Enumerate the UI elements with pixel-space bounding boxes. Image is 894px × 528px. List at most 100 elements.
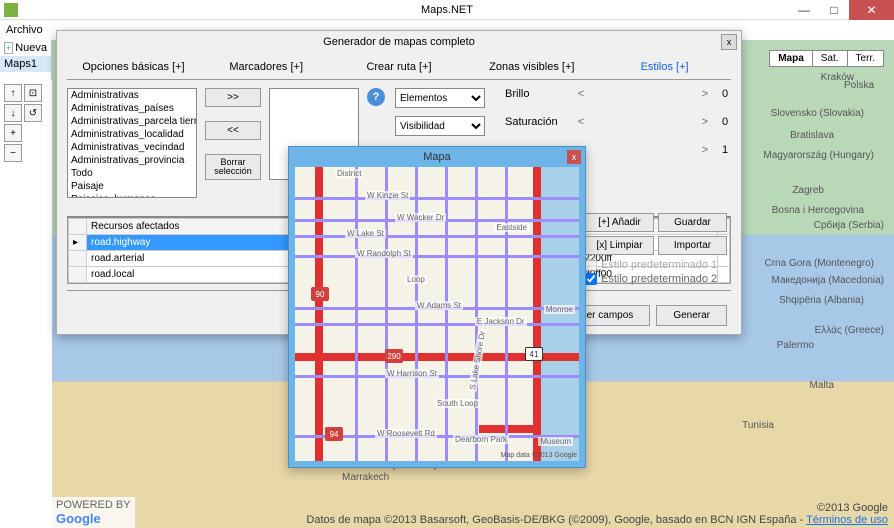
nav-reset-button[interactable]: ↺ [24, 104, 42, 122]
map-label: Ελλάς (Greece) [815, 325, 884, 336]
info-icon[interactable]: ? [367, 88, 385, 106]
map-label: Monroe [544, 305, 575, 314]
map-type-map[interactable]: Mapa [770, 51, 813, 66]
menu-file[interactable]: Archivo [6, 24, 43, 36]
add-style-button[interactable]: [+] Añadir [585, 213, 654, 232]
map-label: Marrakech [342, 472, 389, 483]
map-label: W Adams St [415, 301, 463, 310]
saturation-value: 0 [719, 116, 731, 128]
dialog-titlebar[interactable]: Generador de mapas completo x [57, 31, 741, 53]
add-feature-button[interactable]: >> [205, 88, 261, 107]
tree-item-label: Maps1 [4, 58, 37, 70]
nav-up-button[interactable]: ↑ [4, 84, 22, 102]
map-attribution: ©2013 Google Datos de mapa ©2013 Basarso… [306, 502, 888, 526]
tab-markers[interactable]: Marcadores [+] [200, 55, 333, 79]
map-label: Loop [405, 275, 427, 284]
remove-feature-button[interactable]: << [205, 121, 261, 140]
highway-badge: 90 [311, 287, 329, 301]
tree-panel: + Nueva Maps1 [0, 40, 52, 80]
highway-badge: 290 [385, 349, 403, 363]
generate-button[interactable]: Generar [656, 305, 727, 326]
default-style-2-row[interactable]: Estilo predeterminado 2 [585, 273, 727, 285]
style-action-buttons: [+] Añadir Guardar [x] Limpiar Importar … [585, 213, 727, 285]
powered-by-label: POWERED BY [56, 499, 131, 511]
map-label: W Wacker Dr [395, 213, 446, 222]
map-type-sat[interactable]: Sat. [813, 51, 848, 66]
map-label: Palermo [777, 340, 814, 351]
map-label: Polska [844, 80, 874, 91]
map-label: W Kinzie St [365, 191, 410, 200]
highway-badge: 94 [325, 427, 343, 441]
highway-badge: 41 [525, 347, 543, 361]
window-minimize-button[interactable]: — [789, 0, 819, 20]
map-label: District [335, 169, 363, 178]
map-label: Crna Gora (Montenegro) [765, 258, 875, 269]
visibility-select[interactable]: Visibilidad [395, 116, 485, 136]
saturation-increase[interactable]: > [697, 116, 713, 128]
map-popup-titlebar[interactable]: Mapa x [289, 147, 585, 167]
tab-create-route[interactable]: Crear ruta [+] [333, 55, 466, 79]
import-style-button[interactable]: Importar [658, 236, 727, 255]
map-preview-popup: Mapa x District W Kinzie St W Wack [288, 146, 586, 468]
new-icon: + [4, 42, 13, 54]
list-item[interactable]: Administrativas_provincia [68, 154, 196, 167]
map-label: W Harrison St [385, 369, 439, 378]
map-label: Malta [810, 380, 834, 391]
dialog-tabs: Opciones básicas [+] Marcadores [+] Crea… [67, 55, 731, 80]
default-style-1-label: Estilo predeterminado 1 [601, 259, 717, 271]
clear-selection-button[interactable]: Borrar selección [205, 154, 261, 180]
nav-zoom-out-button[interactable]: − [4, 144, 22, 162]
copyright-label: ©2013 Google [306, 502, 888, 514]
tree-item-new[interactable]: + Nueva [0, 40, 51, 56]
window-maximize-button[interactable]: □ [819, 0, 849, 20]
list-item[interactable]: Administrativas_vecindad [68, 141, 196, 154]
window-close-button[interactable]: ✕ [849, 0, 894, 20]
list-item[interactable]: Paisajes_humanos [68, 193, 196, 198]
list-item[interactable]: Administrativas_países [68, 102, 196, 115]
tree-item-label: Nueva [15, 42, 47, 54]
map-label: Zagreb [792, 185, 824, 196]
tab-basic-options[interactable]: Opciones básicas [+] [67, 55, 200, 79]
default-style-2-checkbox[interactable] [585, 273, 597, 285]
saturation-decrease[interactable]: < [573, 116, 589, 128]
tab-styles[interactable]: Estilos [+] [598, 55, 731, 79]
third-value: 1 [719, 144, 731, 156]
map-popup-close-button[interactable]: x [567, 150, 581, 164]
map-label: Museum [538, 437, 573, 446]
saturation-label: Saturación [505, 116, 567, 128]
list-item[interactable]: Todo [68, 167, 196, 180]
tree-item-maps1[interactable]: Maps1 [0, 56, 51, 72]
brightness-decrease[interactable]: < [573, 88, 589, 100]
map-label: W Randolph St [355, 249, 413, 258]
elements-select[interactable]: Elementos [395, 88, 485, 108]
dialog-close-button[interactable]: x [721, 34, 737, 50]
default-style-1-row: Estilo predeterminado 1 [585, 259, 727, 271]
map-label: South Loop [435, 399, 480, 408]
save-style-button[interactable]: Guardar [658, 213, 727, 232]
clear-style-button[interactable]: [x] Limpiar [585, 236, 654, 255]
nav-down-button[interactable]: ↓ [4, 104, 22, 122]
brightness-increase[interactable]: > [697, 88, 713, 100]
map-popup-title-text: Mapa [423, 151, 451, 163]
default-style-2-label: Estilo predeterminado 2 [601, 273, 717, 285]
default-style-1-checkbox [585, 259, 597, 271]
list-item[interactable]: Administrativas [68, 89, 196, 102]
map-label: Македонија (Macedonia) [772, 275, 884, 286]
map-type-control: Mapa Sat. Terr. [769, 50, 884, 67]
brightness-label: Brillo [505, 88, 567, 100]
attribution-text: Datos de mapa ©2013 Basarsoft, GeoBasis-… [306, 514, 806, 526]
nav-panel: ↑ ⊡ ↓ ↺ + − [4, 84, 48, 164]
nav-zoom-in-button[interactable]: + [4, 124, 22, 142]
row-selector-icon: ▸ [69, 235, 87, 251]
third-increase[interactable]: > [697, 144, 713, 156]
list-item[interactable]: Administrativas_localidad [68, 128, 196, 141]
list-item[interactable]: Administrativas_parcela tierra [68, 115, 196, 128]
terms-link[interactable]: Términos de uso [806, 514, 888, 526]
nav-fit-button[interactable]: ⊡ [24, 84, 42, 102]
map-popup-canvas[interactable]: District W Kinzie St W Wacker Dr Eastsid… [295, 167, 579, 461]
feature-types-listbox[interactable]: Administrativas Administrativas_países A… [67, 88, 197, 198]
tab-visible-zones[interactable]: Zonas visibles [+] [465, 55, 598, 79]
list-item[interactable]: Paisaje [68, 180, 196, 193]
brightness-value: 0 [719, 88, 731, 100]
map-type-terr[interactable]: Terr. [848, 51, 883, 66]
